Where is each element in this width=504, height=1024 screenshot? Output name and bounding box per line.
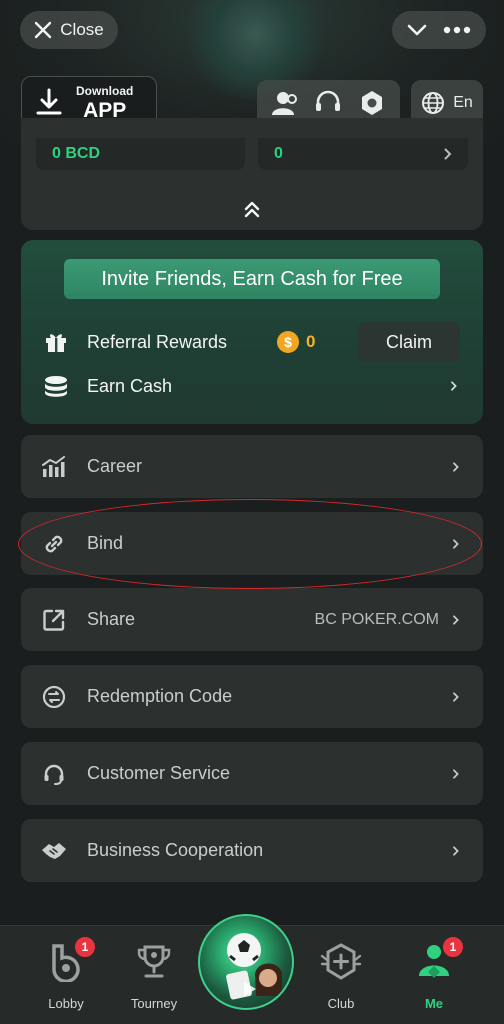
bcd-balance-value: 0 BCD: [52, 145, 101, 162]
menu-label: Redemption Code: [87, 686, 233, 706]
nav-label: Club: [327, 996, 355, 1011]
close-label: Close: [60, 20, 104, 39]
referral-amount: 0: [306, 332, 316, 351]
menu-item-business-cooperation[interactable]: Business Cooperation: [21, 819, 483, 882]
share-icon: [41, 607, 67, 633]
menu-item-bind[interactable]: Bind: [21, 512, 483, 575]
redeem-icon: [41, 684, 67, 710]
download-small-label: Download: [76, 83, 134, 98]
settings-icon[interactable]: [358, 89, 386, 117]
download-icon: [32, 86, 66, 120]
chart-icon: [41, 454, 67, 480]
chevron-right-icon: [444, 148, 452, 160]
menu-item-career[interactable]: Career: [21, 435, 483, 498]
chevron-down-icon[interactable]: [407, 24, 427, 36]
menu-label: Career: [87, 456, 143, 476]
referral-rewards-label: Referral Rewards: [87, 331, 228, 352]
menu-label: Share: [87, 609, 136, 629]
soccer-ball-icon: [226, 933, 282, 1000]
link-icon: [41, 531, 67, 557]
chevron-right-icon: [453, 614, 459, 625]
close-button[interactable]: Close: [20, 11, 118, 49]
headset-icon[interactable]: [314, 89, 342, 117]
coin-icon: $: [277, 331, 299, 353]
lobby-icon: 1: [44, 936, 96, 984]
cash-stack-icon: [43, 373, 69, 399]
chevron-right-icon: [453, 691, 459, 702]
invite-banner[interactable]: Invite Friends, Earn Cash for Free: [64, 259, 440, 299]
featured-game-button[interactable]: [198, 914, 294, 1010]
earn-cash-row[interactable]: Earn Cash: [21, 366, 483, 406]
headset-icon: [41, 761, 67, 787]
menu-item-share[interactable]: Share BC POKER.COM: [21, 588, 483, 651]
user-icon[interactable]: [271, 90, 299, 116]
chevron-right-icon: [453, 461, 459, 472]
nav-tourney[interactable]: Tourney: [114, 940, 194, 1011]
collapse-icon[interactable]: [242, 200, 262, 220]
me-icon: 1: [412, 936, 464, 984]
secondary-balance[interactable]: 0: [258, 138, 468, 170]
menu-label: Bind: [87, 533, 124, 553]
gift-icon: [43, 329, 69, 355]
chevron-right-icon: [453, 538, 459, 549]
menu-label: Business Cooperation: [87, 840, 264, 860]
menu-item-redemption-code[interactable]: Redemption Code: [21, 665, 483, 728]
earn-cash-label: Earn Cash: [87, 375, 173, 396]
lobby-badge: 1: [74, 936, 96, 958]
globe-icon: [422, 92, 445, 114]
menu-label: Customer Service: [87, 763, 231, 783]
nav-club[interactable]: Club: [301, 940, 381, 1011]
invite-banner-text: Invite Friends, Earn Cash for Free: [101, 267, 403, 290]
share-domain: BC POKER.COM: [314, 610, 439, 628]
chevron-right-icon: [453, 845, 459, 856]
balance-card: 0 BCD 0: [21, 118, 483, 230]
club-icon: [319, 940, 363, 984]
referral-rewards-row: Referral Rewards $ 0 Claim: [21, 322, 483, 362]
chevron-right-icon: [453, 768, 459, 779]
menu-item-customer-service[interactable]: Customer Service: [21, 742, 483, 805]
language-label: En: [453, 94, 473, 111]
trophy-icon: [132, 940, 176, 984]
nav-me[interactable]: 1 Me: [394, 936, 474, 1011]
handshake-icon: [41, 838, 67, 864]
bcd-balance[interactable]: 0 BCD: [36, 138, 245, 170]
chevron-right-icon: [451, 381, 457, 391]
secondary-balance-value: 0: [274, 145, 283, 162]
window-menu-button[interactable]: [392, 11, 486, 49]
more-icon[interactable]: [443, 26, 471, 34]
invite-card: Invite Friends, Earn Cash for Free Refer…: [21, 240, 483, 424]
nav-label: Me: [424, 996, 444, 1011]
nav-lobby[interactable]: 1 Lobby: [26, 936, 106, 1011]
nav-label: Lobby: [48, 996, 84, 1011]
close-icon: [35, 21, 52, 39]
claim-label: Claim: [385, 331, 432, 352]
claim-button[interactable]: Claim: [358, 322, 460, 362]
nav-label: Tourney: [130, 996, 178, 1011]
me-badge: 1: [442, 936, 464, 958]
